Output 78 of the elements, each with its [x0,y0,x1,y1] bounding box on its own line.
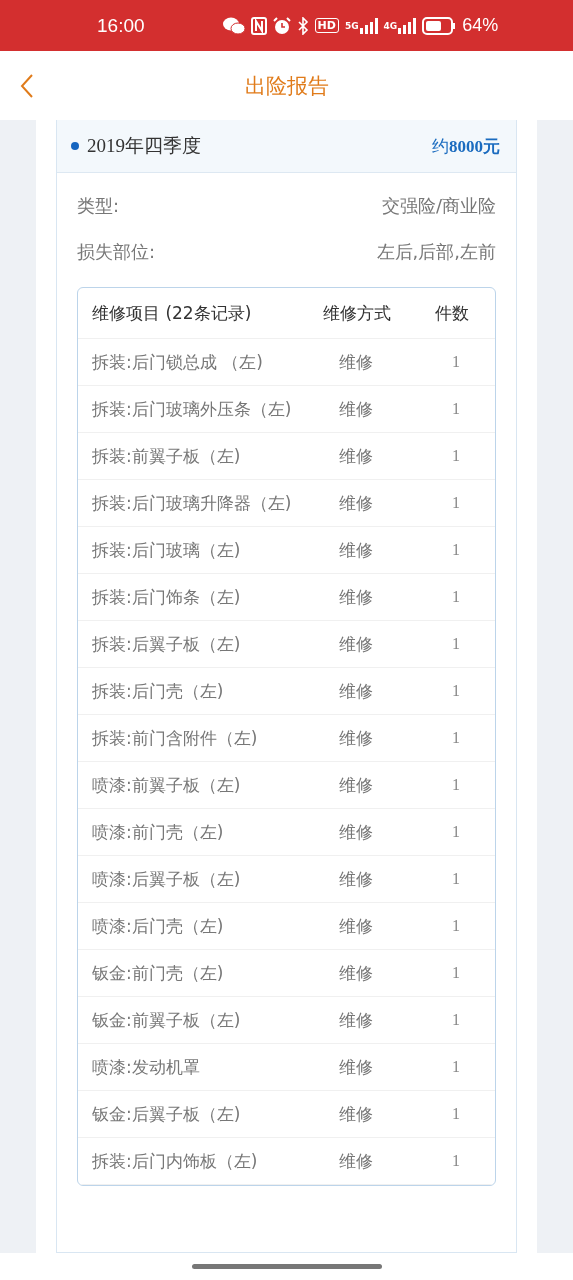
table-cell-text: 维修 [338,726,374,750]
back-icon[interactable] [20,72,34,99]
table-cell-text: 喷漆:后翼子板（左) [91,868,242,891]
table-cell-text: 1 [451,353,461,371]
table-cell-text: 1 [451,635,461,653]
table-cell-text: 钣金:前翼子板（左) [91,1009,242,1032]
table-cell-text: 维修 [338,867,374,891]
table-cell-text: 1 [451,870,461,888]
table-cell-text: 钣金:后翼子板（左) [91,1103,242,1126]
table-cell-text: 喷漆:后门壳（左) [91,915,225,938]
table-cell-text: 拆装:前门含附件（左) [91,727,259,750]
table-cell-text: 维修 [338,397,374,421]
table-cell-text: 维修 [338,538,374,562]
table-cell-text: 维修 [338,585,374,609]
field-label: 损失部位: [77,240,156,264]
alarm-icon [272,16,291,35]
network-label: 4G [383,20,398,31]
table-cell-text: 1 [451,494,461,512]
amount-text: 约8000元 [432,135,500,158]
table-cell-text: 维修 [338,1008,374,1032]
table-cell-text: 1 [451,447,461,465]
chat-icon [222,16,245,35]
battery-icon [422,16,457,35]
table-cell-text: 维修 [338,1149,374,1173]
table-cell-text: 维修 [338,491,374,515]
field-label: 类型: [77,194,120,218]
table-cell-text: 1 [451,1105,461,1123]
table-cell-text: 钣金:前门壳（左) [91,962,225,985]
signal-icon [359,17,378,34]
table-cell-text: 维修 [338,914,374,938]
bluetooth-icon [296,16,309,35]
table-cell-text: 维修 [338,961,374,985]
table-cell-text: 维修 [338,444,374,468]
signal-icon [398,17,417,34]
hd-indicator: HD [314,18,339,33]
table-cell-text: 维修 [338,1055,374,1079]
field-value: 左后,后部,左前 [376,240,496,264]
period-label: 2019年四季度 [87,134,202,158]
table-cell-text: 维修 [338,632,374,656]
table-cell-text: 1 [451,682,461,700]
table-cell-text: 1 [451,823,461,841]
table-cell-text: 1 [451,964,461,982]
table-cell-text: 拆装:后翼子板（左) [91,633,242,656]
table-cell-text: 拆装:后门锁总成 （左) [91,351,264,374]
page-title: 出险报告 [244,73,329,98]
status-time: 16:00 [97,14,145,37]
network-label: 5G [344,20,359,31]
table-cell-text: 喷漆:前门壳（左) [91,821,225,844]
table-cell-text: 拆装:前翼子板（左) [91,445,242,468]
column-header: 维修项目 (22条记录) [91,301,253,325]
column-header: 维修方式 [323,301,392,325]
battery-percent: 64% [462,15,499,36]
table-cell-text: 1 [451,917,461,935]
table-cell-text: 喷漆:发动机罩 [91,1056,201,1079]
table-cell-text: 1 [451,541,461,559]
table-cell-text: 拆装:后门玻璃（左) [91,539,242,562]
table-cell-text: 拆装:后门内饰板（左) [91,1150,259,1173]
table-cell-text: 拆装:后门玻璃外压条（左) [91,398,293,421]
table-cell-text: 维修 [338,679,374,703]
table-cell-text: 拆装:后门壳（左) [91,680,225,703]
table-cell-text: 维修 [338,1102,374,1126]
table-cell-text: 拆装:后门玻璃升降器（左) [91,492,293,515]
table-cell-text: 1 [451,1011,461,1029]
table-cell-text: 喷漆:前翼子板（左) [91,774,242,797]
table-cell-text: 1 [451,588,461,606]
table-cell-text: 拆装:后门饰条（左) [91,586,242,609]
table-cell-text: 1 [451,400,461,418]
field-value: 交强险/商业险 [381,194,496,218]
table-cell-text: 1 [451,1058,461,1076]
table-cell-text: 1 [451,776,461,794]
nfc-icon [250,16,267,35]
table-cell-text: 维修 [338,820,374,844]
table-cell-text: 维修 [338,773,374,797]
column-header: 件数 [435,301,470,325]
table-cell-text: 维修 [338,350,374,374]
bullet-icon [71,142,79,150]
table-cell-text: 1 [451,1152,461,1170]
table-cell-text: 1 [451,729,461,747]
